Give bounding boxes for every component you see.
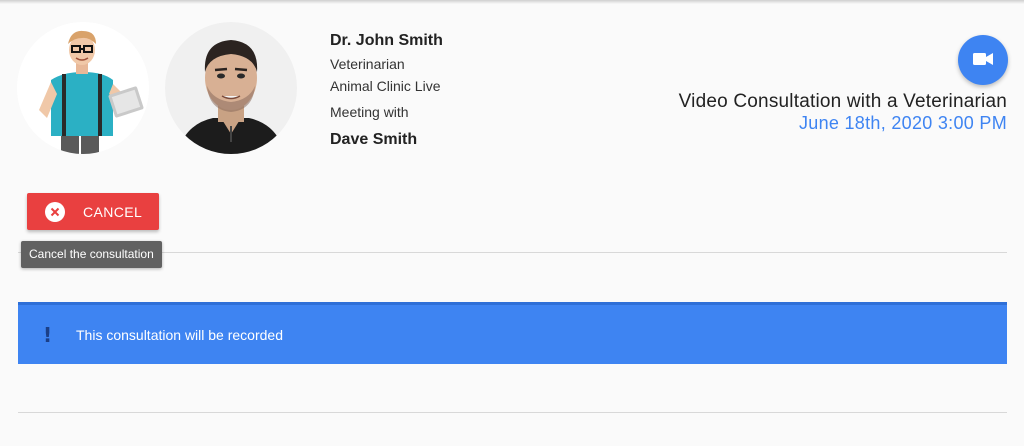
- start-video-button[interactable]: [958, 35, 1008, 85]
- exclamation-icon: !: [43, 322, 53, 347]
- recording-alert-message: This consultation will be recorded: [76, 326, 283, 343]
- bottom-divider: [18, 412, 1007, 413]
- cancel-tooltip: Cancel the consultation: [21, 241, 162, 268]
- consultation-title: Video Consultation with a Veterinarian: [678, 91, 1007, 112]
- consultation-datetime: June 18th, 2020 3:00 PM: [798, 113, 1007, 133]
- section-divider: [18, 252, 1007, 253]
- videocam-icon: [973, 52, 993, 69]
- patient-avatar: [17, 22, 149, 154]
- meeting-with-label: Meeting with: [330, 104, 409, 120]
- consultation-info: Dr. John Smith Veterinarian Animal Clini…: [330, 32, 443, 149]
- doctor-role: Veterinarian: [330, 56, 405, 72]
- doctor-clinic: Animal Clinic Live: [330, 78, 441, 94]
- cancel-button[interactable]: CANCEL: [27, 193, 159, 230]
- doctor-avatar: [165, 22, 297, 154]
- cancel-circle-icon: [45, 201, 65, 222]
- recording-alert: ! This consultation will be recorded: [18, 302, 1007, 364]
- doctor-name: Dr. John Smith: [330, 32, 443, 49]
- cancel-button-label: CANCEL: [83, 203, 143, 220]
- consultation-header: Video Consultation with a Veterinarian J…: [679, 91, 1007, 133]
- patient-name: Dave Smith: [330, 131, 418, 148]
- top-shadow-bar: [0, 0, 1024, 4]
